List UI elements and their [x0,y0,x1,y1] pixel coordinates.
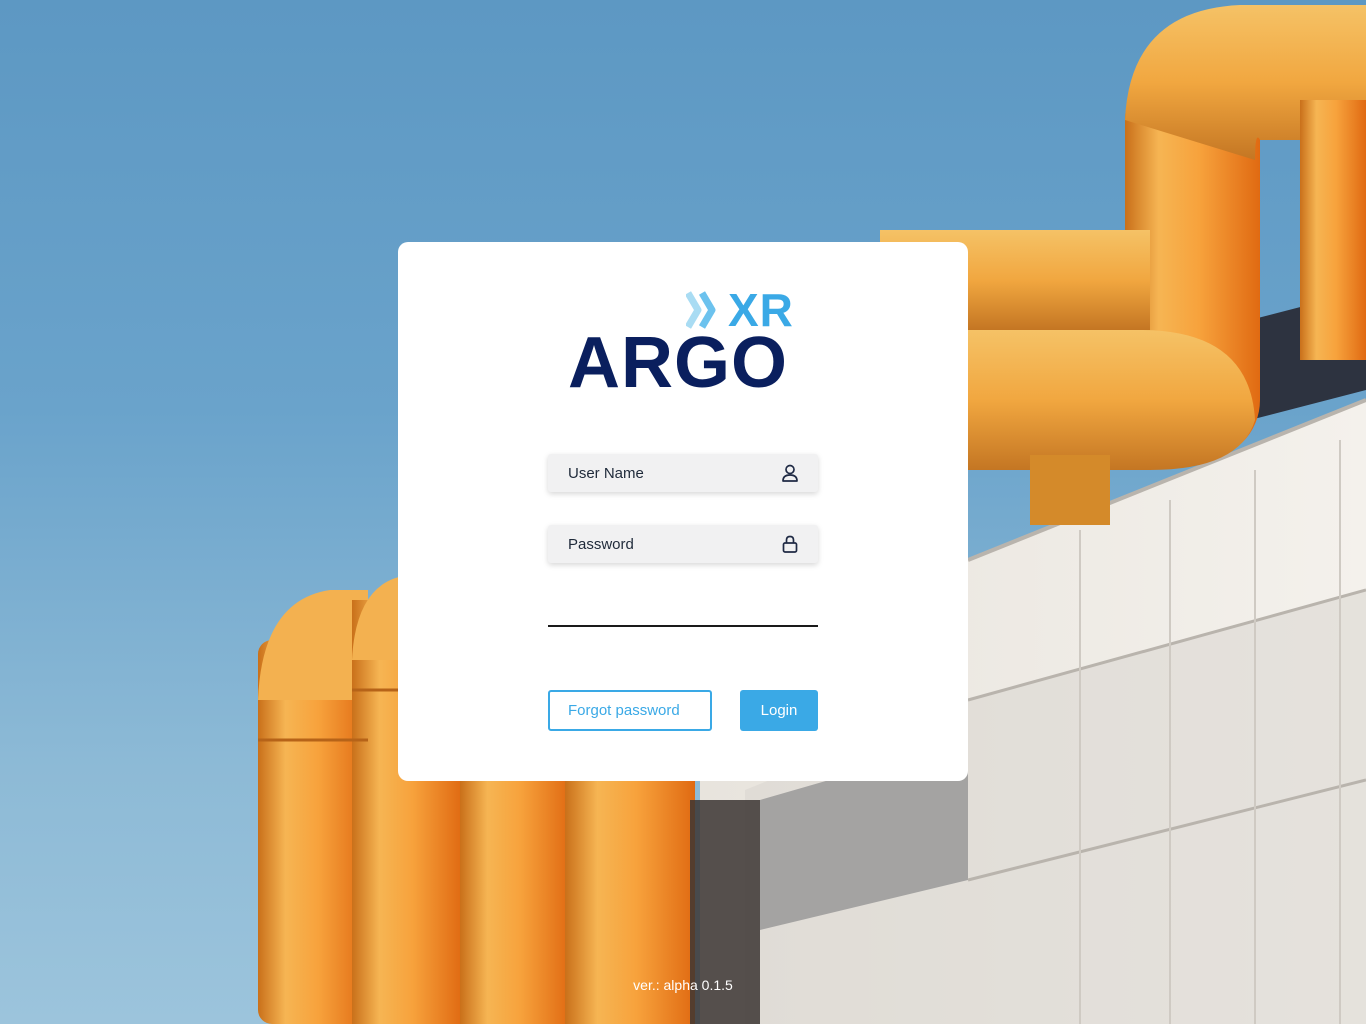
form-divider [548,625,818,627]
version-label: ver.: alpha 0.1.5 [633,977,733,993]
user-icon [782,464,798,482]
username-input[interactable] [548,454,818,492]
argo-xr-logo: XR ARGO [558,287,798,403]
username-field[interactable] [548,454,818,492]
password-input[interactable] [548,525,818,563]
password-field[interactable] [548,525,818,563]
logo-argo-text: ARGO [568,323,788,403]
login-card: XR ARGO Forgot password Login [398,242,968,781]
login-button[interactable]: Login [740,690,818,731]
lock-icon [782,535,798,553]
forgot-password-button[interactable]: Forgot password [548,690,712,731]
